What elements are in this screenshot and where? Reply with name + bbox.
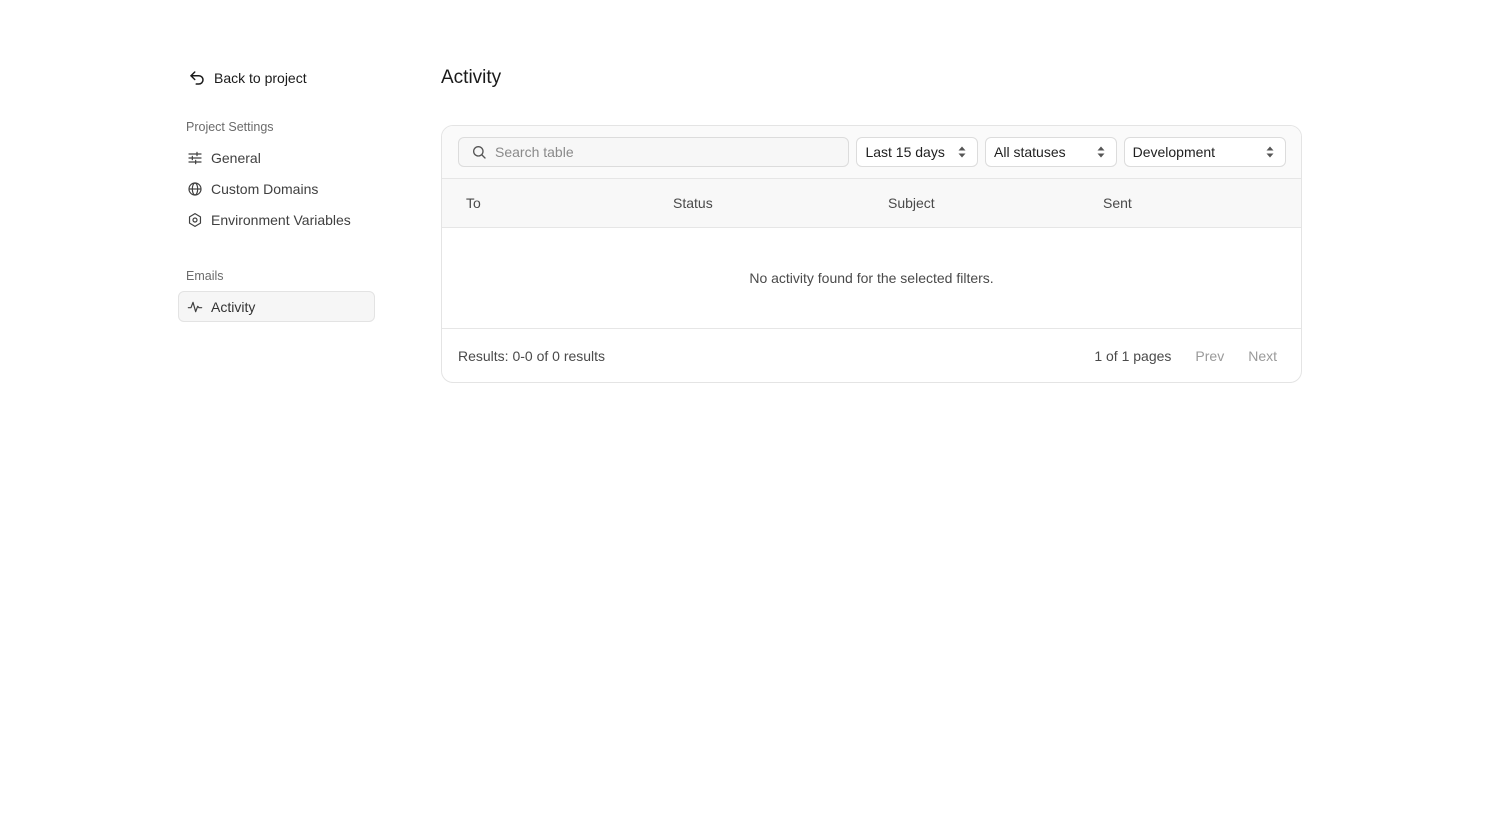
- environment-value: Development: [1132, 144, 1216, 160]
- sidebar-item-label: Activity: [211, 298, 256, 315]
- environment-select[interactable]: Development: [1123, 137, 1286, 167]
- back-arrow-icon: [190, 71, 204, 85]
- page-info: 1 of 1 pages: [1094, 347, 1172, 364]
- section-title-emails: Emails: [186, 269, 224, 283]
- activity-pulse-icon: [187, 301, 203, 312]
- globe-icon: [188, 181, 202, 196]
- status-select[interactable]: All statuses: [985, 137, 1117, 167]
- table-header: To Status Subject Sent: [442, 179, 1301, 228]
- sidebar-item-environment-variables[interactable]: Environment Variables: [178, 204, 375, 235]
- sidebar-item-custom-domains[interactable]: Custom Domains: [178, 173, 375, 204]
- next-page-button[interactable]: Next: [1248, 348, 1277, 364]
- filter-bar: Last 15 days All statuses Development: [442, 126, 1301, 179]
- column-header-subject[interactable]: Subject: [888, 195, 1103, 211]
- search-icon: [473, 146, 486, 159]
- status-value: All statuses: [994, 144, 1066, 160]
- empty-state-message: No activity found for the selected filte…: [442, 228, 1301, 329]
- settings-hex-icon: [188, 212, 202, 227]
- prev-page-button[interactable]: Prev: [1195, 348, 1224, 364]
- page-title: Activity: [441, 67, 502, 88]
- section-title-project-settings: Project Settings: [186, 120, 274, 134]
- search-box[interactable]: [458, 137, 850, 167]
- sidebar-item-activity[interactable]: Activity: [178, 291, 375, 322]
- back-link-label: Back to project: [214, 70, 307, 86]
- date-range-select[interactable]: Last 15 days: [856, 137, 979, 167]
- sidebar-item-label: General: [211, 149, 261, 166]
- sidebar-item-label: Custom Domains: [211, 180, 319, 197]
- activity-table-card: Last 15 days All statuses Development To…: [441, 125, 1302, 383]
- results-count: Results: 0-0 of 0 results: [458, 347, 606, 364]
- column-header-to[interactable]: To: [442, 195, 673, 211]
- pagination: 1 of 1 pages Prev Next: [1094, 348, 1277, 364]
- column-header-status[interactable]: Status: [673, 195, 888, 211]
- sidebar-item-general[interactable]: General: [178, 142, 375, 173]
- table-footer: Results: 0-0 of 0 results 1 of 1 pages P…: [442, 329, 1301, 382]
- chevron-updown-icon: [958, 146, 966, 158]
- nav-list-project-settings: General Custom Domains Environment Varia…: [178, 142, 375, 235]
- column-header-sent[interactable]: Sent: [1103, 195, 1132, 211]
- search-input[interactable]: [495, 144, 835, 160]
- nav-list-emails: Activity: [178, 291, 375, 322]
- chevron-updown-icon: [1266, 146, 1274, 158]
- sidebar-item-label: Environment Variables: [211, 211, 351, 228]
- chevron-updown-icon: [1097, 146, 1105, 158]
- sliders-icon: [188, 151, 202, 164]
- sidebar: Back to project Project Settings General…: [178, 62, 375, 322]
- back-to-project-link[interactable]: Back to project: [178, 62, 375, 94]
- main-content: Activity Last 15 days All statuses Devel…: [441, 62, 1302, 383]
- date-range-value: Last 15 days: [865, 144, 945, 160]
